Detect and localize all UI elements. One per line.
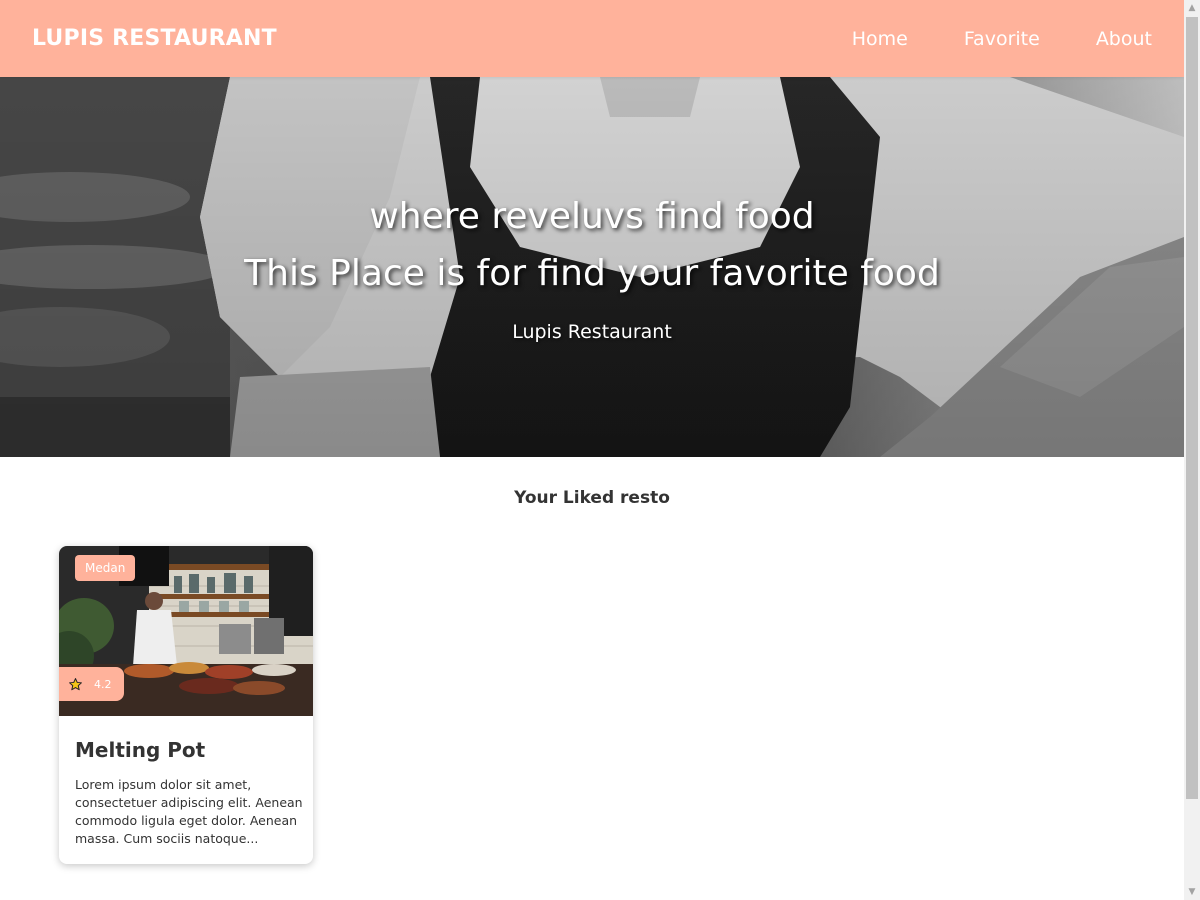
city-badge: Medan xyxy=(75,555,136,581)
nav-link-about[interactable]: About xyxy=(1096,28,1152,50)
restaurant-card[interactable]: Medan 4.2 Melting Pot Lorem ipsum dolor … xyxy=(59,546,313,864)
restaurant-photo: Medan 4.2 xyxy=(59,546,313,716)
main-navigation: Home Favorite About xyxy=(852,0,1152,77)
brand-logo-text[interactable]: LUPIS RESTAURANT xyxy=(32,26,277,51)
hero-title-line-2: This Place is for find your favorite foo… xyxy=(244,253,940,294)
page: LUPIS RESTAURANT Home Favorite About whe… xyxy=(0,0,1184,900)
vertical-scrollbar[interactable]: ▲ ▼ xyxy=(1184,0,1200,900)
hero-text: where reveluvs find food This Place is f… xyxy=(0,77,1184,457)
app-header: LUPIS RESTAURANT Home Favorite About xyxy=(0,0,1184,77)
restaurant-name[interactable]: Melting Pot xyxy=(75,738,205,762)
nav-link-home[interactable]: Home xyxy=(852,28,908,50)
restaurant-description: Lorem ipsum dolor sit amet, consectetuer… xyxy=(75,777,303,846)
favorites-section-title: Your Liked resto xyxy=(514,488,670,508)
hero-banner: where reveluvs find food This Place is f… xyxy=(0,77,1184,457)
scrollbar-thumb[interactable] xyxy=(1186,17,1198,799)
hero-subtitle: Lupis Restaurant xyxy=(512,321,672,343)
rating-badge: 4.2 xyxy=(59,667,124,701)
star-icon xyxy=(69,677,82,690)
hero-title-line-1: where reveluvs find food xyxy=(369,196,815,237)
nav-link-favorite[interactable]: Favorite xyxy=(964,28,1040,50)
triangle-down-icon[interactable]: ▼ xyxy=(1184,884,1200,900)
triangle-up-icon[interactable]: ▲ xyxy=(1184,0,1200,16)
rating-value: 4.2 xyxy=(94,677,112,691)
